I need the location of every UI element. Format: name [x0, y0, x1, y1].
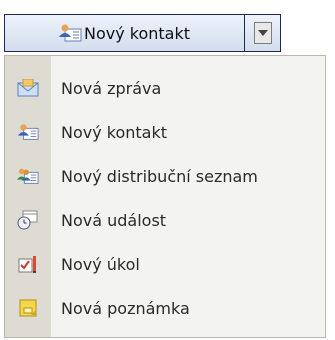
menu-item-label: Nový distribuční seznam	[61, 166, 258, 186]
new-item-dropdown-toggle[interactable]	[244, 15, 280, 51]
menu-item-new-contact[interactable]: Nový kontakt	[5, 110, 325, 154]
contact-card-icon	[58, 23, 82, 43]
menu-item-label: Nová zpráva	[61, 78, 162, 98]
note-icon	[5, 298, 51, 318]
menu-item-new-note[interactable]: Nová poznámka	[5, 286, 325, 330]
new-contact-button[interactable]: Nový kontakt	[5, 15, 243, 51]
dropdown-arrow-box	[253, 22, 272, 44]
new-contact-split-button: Nový kontakt	[4, 14, 281, 52]
envelope-icon	[5, 79, 51, 97]
menu-item-new-distribution-list[interactable]: Nový distribuční seznam	[5, 154, 325, 198]
menu-item-label: Nový kontakt	[61, 122, 168, 142]
menu-item-new-event[interactable]: Nová událost	[5, 198, 325, 242]
menu-item-label: Nová poznámka	[61, 298, 190, 318]
distribution-list-icon	[5, 166, 51, 186]
new-item-menu: Nová zpráva Nový kontakt Nový distribučn…	[4, 55, 326, 338]
menu-item-label: Nový úkol	[61, 254, 140, 274]
menu-item-new-message[interactable]: Nová zpráva	[5, 66, 325, 110]
calendar-clock-icon	[5, 210, 51, 230]
menu-item-new-task[interactable]: Nový úkol	[5, 242, 325, 286]
task-icon	[5, 254, 51, 274]
new-contact-label: Nový kontakt	[83, 23, 191, 43]
chevron-down-icon	[257, 30, 268, 36]
menu-item-label: Nová událost	[61, 210, 167, 230]
contact-card-icon	[5, 122, 51, 142]
